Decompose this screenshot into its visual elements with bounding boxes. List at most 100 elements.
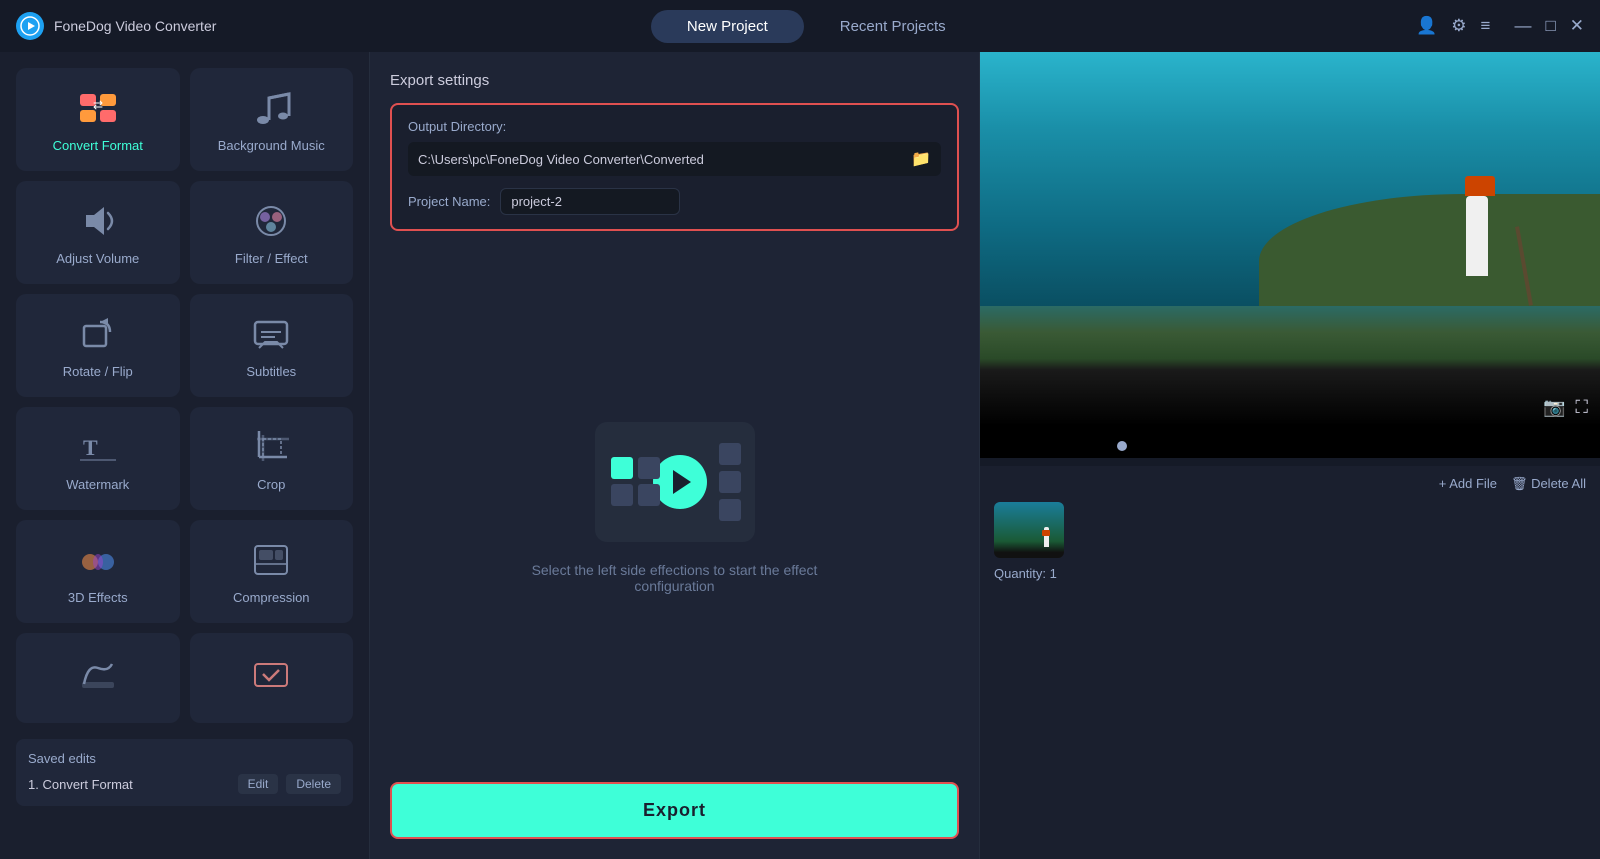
sidebar-item-compression[interactable]: Compression: [190, 520, 354, 623]
center-panel: Export settings Output Directory: C:\Use…: [370, 52, 980, 859]
add-file-button[interactable]: + Add File: [1439, 476, 1497, 492]
export-settings-box: Output Directory: C:\Users\pc\FoneDog Vi…: [390, 103, 959, 231]
project-name-input[interactable]: [500, 188, 680, 215]
maximize-button[interactable]: □: [1545, 16, 1555, 36]
window-controls: — □ ✕: [1514, 16, 1584, 36]
preview-bottom-bar: [980, 426, 1600, 458]
fullscreen-icon[interactable]: ⛶: [1575, 397, 1588, 418]
edit-button[interactable]: Edit: [238, 774, 279, 794]
svg-text:⇄: ⇄: [93, 98, 103, 112]
saved-edit-name: 1. Convert Format: [28, 777, 133, 792]
grid-cell-3: [611, 484, 633, 506]
effect-play-btn: [653, 455, 707, 509]
lighthouse-scene: 📷 ⛶: [980, 52, 1600, 426]
saved-edit-actions: Edit Delete: [238, 774, 341, 794]
3d-effects-icon: [76, 538, 120, 582]
right-panel: 📷 ⛶ ⏮ ▶ ⏭ ● 00:00:00 / 00:02:59 🔊: [980, 52, 1600, 859]
grid-cell-1: [611, 457, 633, 479]
sidebar-item-subtitles[interactable]: Subtitles: [190, 294, 354, 397]
output-dir-path: C:\Users\pc\FoneDog Video Converter\Conv…: [418, 152, 911, 167]
progress-dot: [1117, 441, 1127, 451]
titlebar-right: 👤 ⚙ ≡ — □ ✕: [1416, 16, 1584, 36]
profile-icon[interactable]: 👤: [1416, 16, 1437, 36]
saved-edits-section: Saved edits 1. Convert Format Edit Delet…: [16, 739, 353, 806]
sidebar-item-filter-effect[interactable]: Filter / Effect: [190, 181, 354, 284]
screenshot-icon[interactable]: 📷: [1543, 397, 1565, 418]
crop-icon: [249, 425, 293, 469]
sidebar-item-3d-effects[interactable]: 3D Effects: [16, 520, 180, 623]
background-music-label: Background Music: [218, 138, 325, 153]
lighthouse-top: [1465, 176, 1495, 196]
new-project-tab[interactable]: New Project: [651, 10, 804, 43]
adjust-volume-icon: [76, 199, 120, 243]
export-settings-title: Export settings: [390, 72, 959, 89]
right-cell-2: [719, 471, 741, 493]
sidebar-item-11[interactable]: [16, 633, 180, 723]
app-title-text: FoneDog Video Converter: [54, 18, 216, 34]
grid-cell-2: [638, 457, 660, 479]
titlebar-center: New Project Recent Projects: [651, 10, 982, 43]
close-button[interactable]: ✕: [1570, 16, 1584, 36]
compression-label: Compression: [233, 590, 310, 605]
effect-grid-left: [611, 457, 660, 506]
svg-text:T: T: [83, 435, 98, 460]
delete-all-button[interactable]: 🗑 Delete All: [1511, 476, 1586, 492]
watermark-label: Watermark: [66, 477, 129, 492]
recent-projects-tab[interactable]: Recent Projects: [804, 10, 982, 43]
output-dir-label: Output Directory:: [408, 119, 941, 134]
folder-icon[interactable]: 📁: [911, 149, 931, 169]
sidebar-grid: ⇄ Convert Format Background Music: [16, 68, 353, 723]
titlebar: FoneDog Video Converter New Project Rece…: [0, 0, 1600, 52]
sidebar-item-convert-format[interactable]: ⇄ Convert Format: [16, 68, 180, 171]
filter-effect-label: Filter / Effect: [235, 251, 308, 266]
output-dir-row: C:\Users\pc\FoneDog Video Converter\Conv…: [408, 142, 941, 176]
watermark-icon: T: [76, 425, 120, 469]
convert-format-icon: ⇄: [76, 86, 120, 130]
subtitles-label: Subtitles: [246, 364, 296, 379]
menu-icon[interactable]: ≡: [1481, 16, 1491, 36]
filter-effect-icon: [249, 199, 293, 243]
saved-edit-row: 1. Convert Format Edit Delete: [28, 774, 341, 794]
saved-edits-title: Saved edits: [28, 751, 341, 766]
lighthouse-body: [1466, 196, 1488, 276]
convert-format-label: Convert Format: [53, 138, 143, 153]
sidebar-item-background-music[interactable]: Background Music: [190, 68, 354, 171]
rotate-flip-icon: [76, 312, 120, 356]
sidebar-item-watermark[interactable]: T Watermark: [16, 407, 180, 510]
titlebar-left: FoneDog Video Converter: [16, 12, 216, 40]
subtitles-icon: [249, 312, 293, 356]
delete-button[interactable]: Delete: [286, 774, 341, 794]
main-layout: ⇄ Convert Format Background Music: [0, 52, 1600, 859]
right-cell-3: [719, 499, 741, 521]
sidebar-item-12[interactable]: [190, 633, 354, 723]
adjust-volume-label: Adjust Volume: [56, 251, 139, 266]
app-logo: [16, 12, 44, 40]
sidebar-item-adjust-volume[interactable]: Adjust Volume: [16, 181, 180, 284]
sidebar-item-crop[interactable]: Crop: [190, 407, 354, 510]
right-cell-1: [719, 443, 741, 465]
crop-label: Crop: [257, 477, 285, 492]
effect-placeholder: Select the left side effections to start…: [390, 249, 959, 766]
quantity-label: Quantity: 1: [994, 566, 1586, 581]
effect-grid-right: [719, 443, 741, 521]
file-list-header: + Add File 🗑 Delete All: [994, 476, 1586, 492]
rotate-flip-label: Rotate / Flip: [63, 364, 133, 379]
effect-icon-area: [595, 422, 755, 542]
thumb-scene: [994, 502, 1064, 558]
item-11-icon: [76, 652, 120, 696]
project-name-label: Project Name:: [408, 194, 490, 209]
effect-message: Select the left side effections to start…: [532, 562, 818, 594]
background-music-icon: [249, 86, 293, 130]
compression-icon: [249, 538, 293, 582]
settings-icon[interactable]: ⚙: [1451, 16, 1466, 36]
3d-effects-label: 3D Effects: [68, 590, 128, 605]
item-12-icon: [249, 652, 293, 696]
sidebar-item-rotate-flip[interactable]: Rotate / Flip: [16, 294, 180, 397]
video-preview: 📷 ⛶: [980, 52, 1600, 426]
file-thumbnail[interactable]: [994, 502, 1064, 558]
sidebar: ⇄ Convert Format Background Music: [0, 52, 370, 859]
project-name-row: Project Name:: [408, 188, 941, 215]
preview-overlay-controls: 📷 ⛶: [1543, 397, 1588, 418]
export-button[interactable]: Export: [390, 782, 959, 839]
minimize-button[interactable]: —: [1514, 16, 1531, 36]
